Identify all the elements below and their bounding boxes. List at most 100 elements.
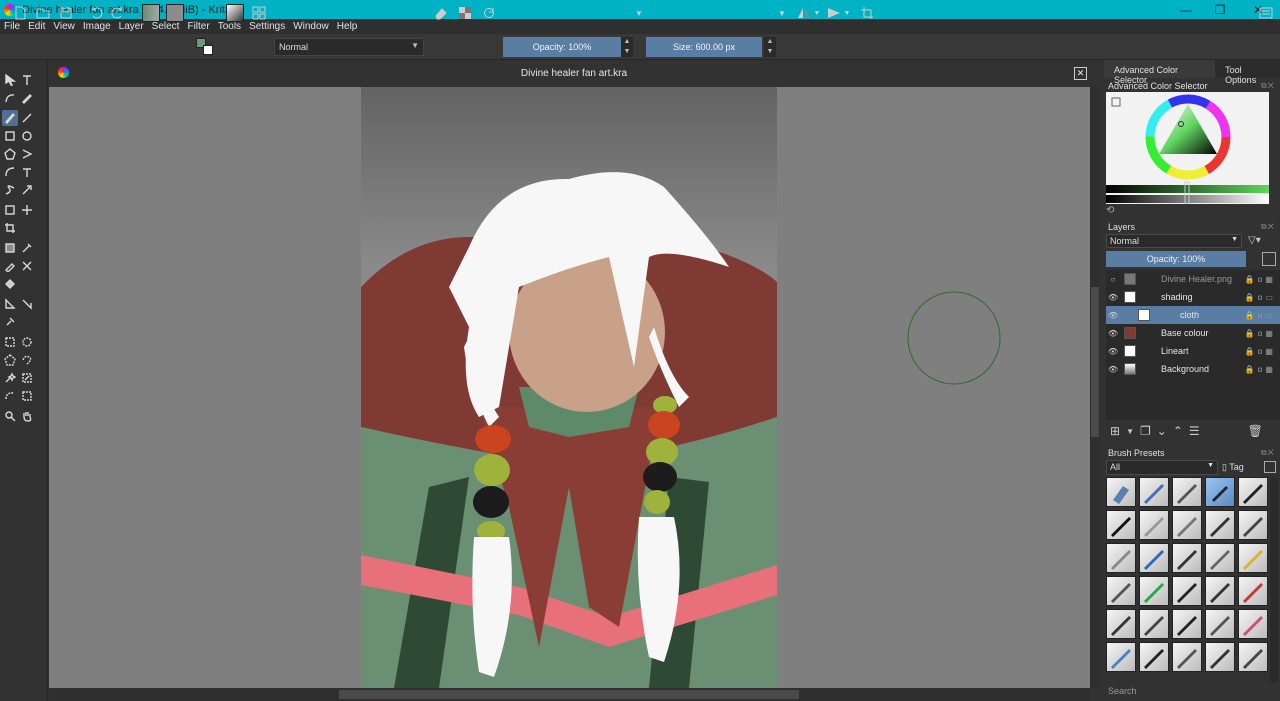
brush-preset-blue-pen[interactable] bbox=[1139, 543, 1169, 573]
dock-settings-icon[interactable] bbox=[1258, 4, 1274, 22]
layer-row-selected[interactable]: 👁 cloth 🔒α▭ bbox=[1106, 306, 1280, 324]
add-layer-icon[interactable]: ⊞ bbox=[1110, 424, 1120, 438]
ellipse-tool-icon[interactable] bbox=[19, 128, 35, 144]
transform-tool-icon[interactable] bbox=[2, 202, 18, 218]
brush-preset-wet-d[interactable] bbox=[1205, 609, 1235, 639]
freehand-brush-tool-icon[interactable] bbox=[2, 110, 18, 126]
brush-preset-texture-a[interactable] bbox=[1106, 576, 1136, 606]
gradient-tool-icon[interactable] bbox=[2, 240, 18, 256]
size-spin-arrows[interactable]: ▲ ▼ bbox=[764, 37, 776, 57]
calligraphy-tool-icon[interactable] bbox=[19, 90, 35, 106]
contiguous-selection-tool-icon[interactable] bbox=[2, 370, 18, 386]
layer-row[interactable]: 👁 Lineart 🔒α▦ bbox=[1106, 342, 1280, 360]
text-tool-icon[interactable] bbox=[19, 72, 35, 88]
brush-preset-wet-b[interactable] bbox=[1139, 609, 1169, 639]
freehand-selection-tool-icon[interactable] bbox=[19, 352, 35, 368]
opacity-slider[interactable]: Opacity: 100% bbox=[503, 37, 621, 57]
menu-filter[interactable]: Filter bbox=[183, 21, 213, 32]
move-tool-icon[interactable] bbox=[19, 202, 35, 218]
brush-preset-paint-a[interactable] bbox=[1106, 642, 1136, 672]
freehand-path-tool-icon[interactable] bbox=[19, 164, 35, 180]
preset-filter-select[interactable]: All ▼ bbox=[1106, 460, 1218, 475]
brush-preset-button[interactable] bbox=[226, 4, 244, 22]
advanced-color-selector[interactable] bbox=[1106, 92, 1269, 205]
minimize-button[interactable]: — bbox=[1168, 0, 1204, 19]
open-document-icon[interactable] bbox=[35, 4, 51, 22]
brush-preset-eraser[interactable] bbox=[1106, 477, 1136, 507]
colorize-mask-tool-icon[interactable] bbox=[2, 258, 18, 274]
background-color-swatch[interactable] bbox=[203, 45, 213, 55]
polygonal-selection-tool-icon[interactable] bbox=[2, 352, 18, 368]
zoom-tool-icon[interactable] bbox=[2, 408, 18, 424]
visibility-eye-icon[interactable]: 👁 bbox=[1106, 329, 1120, 338]
brush-preset-texture-b[interactable] bbox=[1139, 576, 1169, 606]
brush-preset-wet-a[interactable] bbox=[1106, 609, 1136, 639]
size-dropdown-icon[interactable]: ▼ bbox=[777, 4, 787, 22]
duplicate-layer-icon[interactable]: ❐ bbox=[1140, 424, 1151, 438]
move-layer-down-icon[interactable]: ⌄ bbox=[1157, 424, 1167, 438]
opacity-dropdown-icon[interactable]: ▼ bbox=[634, 4, 644, 22]
similar-color-selection-tool-icon[interactable] bbox=[19, 370, 35, 386]
layer-lock-alpha-icons[interactable]: 🔒α▦ bbox=[1245, 365, 1276, 374]
refresh-icon[interactable]: ⟲ bbox=[1106, 205, 1114, 216]
brush-preset-paint-c[interactable] bbox=[1172, 642, 1202, 672]
gradient-preset-swatch[interactable] bbox=[142, 4, 160, 22]
preset-view-icon[interactable] bbox=[1264, 461, 1276, 473]
visibility-eye-icon[interactable]: 👁 bbox=[1106, 347, 1120, 356]
menu-settings[interactable]: Settings bbox=[245, 21, 289, 32]
brush-preset-pencil-light[interactable] bbox=[1106, 543, 1136, 573]
brush-preset-texture-d[interactable] bbox=[1205, 576, 1235, 606]
presets-scrollbar[interactable] bbox=[1270, 477, 1278, 682]
brush-preset-paint-b[interactable] bbox=[1139, 642, 1169, 672]
layer-properties-icon[interactable] bbox=[1262, 252, 1276, 266]
menu-view[interactable]: View bbox=[49, 21, 79, 32]
color-slider-green[interactable] bbox=[1106, 185, 1269, 193]
brush-preset-selected[interactable] bbox=[1205, 477, 1235, 507]
brush-preset-marker-blue[interactable] bbox=[1139, 477, 1169, 507]
layer-opacity-slider[interactable]: Opacity: 100% bbox=[1106, 251, 1246, 267]
preset-tag-button[interactable]: ▯ Tag bbox=[1222, 460, 1262, 475]
menu-window[interactable]: Window bbox=[289, 21, 333, 32]
polygon-tool-icon[interactable] bbox=[2, 146, 18, 162]
brush-preset-pencil-gray[interactable] bbox=[1172, 510, 1202, 540]
menu-file[interactable]: File bbox=[0, 21, 24, 32]
elliptical-selection-tool-icon[interactable] bbox=[19, 334, 35, 350]
edit-shapes-tool-icon[interactable] bbox=[2, 90, 18, 106]
layer-lock-alpha-icons[interactable]: 🔒α▦ bbox=[1245, 329, 1276, 338]
brush-preset-sketch[interactable] bbox=[1205, 543, 1235, 573]
brush-preset-wet-c[interactable] bbox=[1172, 609, 1202, 639]
layer-row[interactable]: 👁 shading 🔒α▭ bbox=[1106, 288, 1280, 306]
filter-icon[interactable]: ▽▾ bbox=[1248, 235, 1261, 246]
opacity-spin-arrows[interactable]: ▲ ▼ bbox=[621, 37, 633, 57]
brush-preset-airbrush[interactable] bbox=[1139, 510, 1169, 540]
delete-layer-icon[interactable]: 🗑 bbox=[1248, 424, 1263, 438]
visibility-hidden-icon[interactable]: ○ bbox=[1106, 275, 1120, 284]
mirror-v-dropdown-icon[interactable]: ▼ bbox=[843, 4, 851, 22]
canvas-horizontal-scrollbar[interactable] bbox=[49, 688, 1090, 701]
reference-images-tool-icon[interactable] bbox=[2, 314, 18, 330]
pattern-swatch[interactable] bbox=[166, 4, 184, 22]
color-picker-tool-icon[interactable] bbox=[19, 240, 35, 256]
dynamic-brush-tool-icon[interactable] bbox=[2, 182, 18, 198]
saturation-value-triangle[interactable] bbox=[1159, 104, 1217, 154]
menu-select[interactable]: Select bbox=[148, 21, 184, 32]
brush-preset-fineliner[interactable] bbox=[1205, 510, 1235, 540]
close-document-button[interactable]: ✕ bbox=[1074, 67, 1087, 80]
layer-lock-alpha-icons[interactable]: 🔒α▦ bbox=[1245, 275, 1276, 284]
multibrush-tool-icon[interactable] bbox=[19, 182, 35, 198]
crop-tool-icon[interactable] bbox=[2, 220, 18, 236]
layer-blend-mode-select[interactable]: Normal ▼ bbox=[1106, 234, 1242, 248]
visibility-eye-icon[interactable]: 👁 bbox=[1106, 365, 1120, 374]
canvas-vertical-scrollbar[interactable] bbox=[1090, 87, 1100, 688]
layer-row[interactable]: 👁 Background 🔒α▦ bbox=[1106, 360, 1280, 378]
menu-tools[interactable]: Tools bbox=[214, 21, 245, 32]
add-layer-dropdown-icon[interactable]: ▼ bbox=[1126, 427, 1134, 436]
menu-image[interactable]: Image bbox=[79, 21, 115, 32]
brush-preset-texture-e[interactable] bbox=[1238, 576, 1268, 606]
brush-preset-blender[interactable] bbox=[1172, 477, 1202, 507]
polyline-tool-icon[interactable] bbox=[19, 146, 35, 162]
layer-row[interactable]: ○ Divine Healer.png 🔒α▦ bbox=[1106, 270, 1280, 288]
brush-preset-paint-e[interactable] bbox=[1238, 642, 1268, 672]
new-document-icon[interactable] bbox=[12, 4, 28, 22]
menu-edit[interactable]: Edit bbox=[24, 21, 49, 32]
